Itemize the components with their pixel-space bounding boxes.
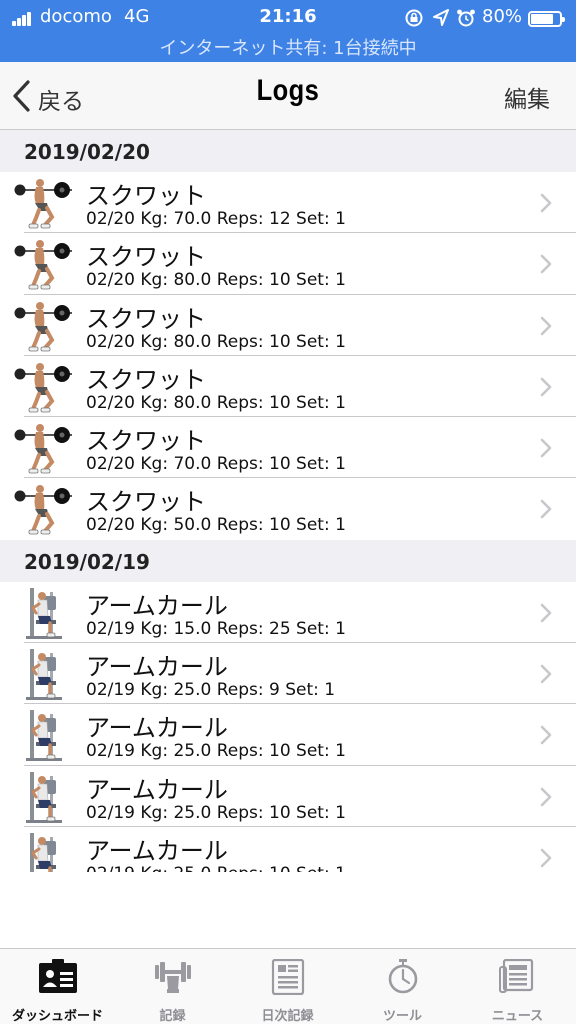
tab-label: 記録 — [159, 1009, 186, 1024]
squat-figure-icon — [14, 301, 72, 351]
log-row[interactable]: スクワット 02/20 Kg: 80.0 Reps: 10 Set: 1 — [0, 355, 576, 418]
exercise-name: スクワット — [86, 304, 206, 333]
log-row[interactable]: アームカール02/19 Kg: 25.0 Reps: 10 Set: 1 — [0, 826, 576, 872]
stopwatch-icon — [388, 959, 418, 994]
news-icon — [499, 959, 534, 993]
chevron-right-icon — [540, 787, 552, 806]
chevron-left-icon — [13, 80, 30, 112]
chevron-right-icon — [540, 500, 552, 519]
chevron-right-icon — [540, 316, 552, 335]
chevron-right-icon — [540, 254, 552, 274]
log-detail: 02/19 Kg: 25.0 Reps: 10 Set: 1 — [86, 741, 346, 762]
status-bar: docomo 4G 21:16 80% インターネット共有: 1台接続中 — [0, 0, 576, 62]
log-detail: 02/19 Kg: 25.0 Reps: 10 Set: 1 — [86, 864, 346, 872]
log-row[interactable]: アームカール02/19 Kg: 25.0 Reps: 10 Set: 1 — [0, 765, 576, 828]
log-detail: 02/20 Kg: 80.0 Reps: 10 Set: 1 — [86, 270, 346, 291]
squat-figure-icon — [14, 179, 72, 229]
exercise-name: スクワット — [86, 243, 206, 272]
log-detail: 02/20 Kg: 70.0 Reps: 10 Set: 1 — [86, 454, 346, 475]
log-detail: 02/20 Kg: 80.0 Reps: 10 Set: 1 — [86, 392, 346, 413]
log-row[interactable]: スクワット 02/20 Kg: 80.0 Reps: 10 Set: 1 — [0, 233, 576, 295]
tab-label: ツール — [382, 1009, 422, 1024]
squat-figure-icon — [14, 362, 72, 413]
arm-curl-machine-icon — [26, 587, 62, 639]
page-title: Logs — [256, 74, 320, 107]
chevron-right-icon — [540, 848, 552, 868]
dumbbell-icon — [155, 962, 191, 993]
exercise-name: アームカール — [86, 591, 228, 620]
log-row[interactable]: スクワット 02/20 Kg: 70.0 Reps: 10 Set: 1 — [0, 417, 576, 479]
squat-figure-icon — [14, 240, 72, 290]
tab-record[interactable]: 記録 — [115, 949, 230, 1024]
exercise-name: スクワット — [86, 365, 206, 394]
arm-curl-machine-icon — [30, 832, 56, 872]
navigation-bar: 戻る Logs 編集 — [0, 62, 576, 130]
exercise-name: スクワット — [86, 488, 206, 517]
log-row[interactable]: スクワット 02/20 Kg: 80.0 Reps: 10 Set: 1 — [0, 294, 576, 357]
log-list[interactable]: 2019/02/20 スクワット 02/20 Kg: 70.0 Reps: 12 … — [0, 130, 576, 872]
log-detail: 02/20 Kg: 70.0 Reps: 12 Set: 1 — [86, 209, 346, 229]
section-header-date: 2019/02/20 — [0, 130, 576, 172]
exercise-name: スクワット — [86, 427, 206, 456]
dashboard-icon — [39, 959, 77, 993]
log-detail: 02/19 Kg: 15.0 Reps: 25 Set: 1 — [86, 618, 346, 639]
chevron-right-icon — [540, 377, 552, 397]
tab-label: 日次記録 — [261, 1009, 314, 1024]
log-detail: 02/20 Kg: 80.0 Reps: 10 Set: 1 — [86, 331, 346, 352]
log-detail: 02/19 Kg: 25.0 Reps: 9 Set: 1 — [86, 680, 336, 701]
edit-button[interactable]: 編集 — [504, 80, 550, 114]
status-icons — [404, 8, 478, 28]
log-row[interactable]: スクワット 02/20 Kg: 50.0 Reps: 10 Set: 1 — [0, 478, 576, 540]
chevron-right-icon — [540, 726, 552, 745]
arm-curl-machine-icon — [26, 710, 62, 762]
battery-icon — [528, 11, 565, 27]
log-row[interactable]: スクワット 02/20 Kg: 70.0 Reps: 12 Set: 1 — [0, 172, 576, 234]
rotation-lock-icon — [405, 9, 423, 27]
tab-tools[interactable]: ツール — [345, 949, 460, 1024]
tab-bar: ダッシュボード 記録 日次記録 ツール ニュース — [0, 948, 576, 1024]
exercise-name: アームカール — [86, 714, 228, 743]
tab-label: ニュース — [491, 1009, 544, 1024]
log-row[interactable]: アームカール 02/19 Kg: 25.0 Reps: 9 Set: 1 — [0, 643, 576, 705]
alarm-icon — [457, 9, 475, 27]
chevron-right-icon — [540, 664, 552, 684]
exercise-name: スクワット — [86, 182, 206, 210]
log-detail: 02/19 Kg: 25.0 Reps: 10 Set: 1 — [86, 802, 346, 823]
squat-figure-icon — [14, 485, 72, 535]
squat-figure-icon — [14, 424, 72, 474]
section-header-date: 2019/02/19 — [0, 539, 576, 582]
tab-daily-log[interactable]: 日次記録 — [230, 949, 345, 1024]
log-row[interactable]: アームカール 02/19 Kg: 15.0 Reps: 25 Set: 1 — [0, 581, 576, 644]
chevron-right-icon — [540, 193, 552, 213]
chevron-right-icon — [540, 603, 552, 623]
tab-dashboard[interactable]: ダッシュボード — [0, 949, 115, 1024]
exercise-name: アームカール — [86, 775, 228, 804]
exercise-name: アームカール — [86, 653, 228, 682]
hotspot-banner[interactable]: インターネット共有: 1台接続中 — [0, 34, 576, 60]
daily-log-icon — [271, 959, 305, 995]
list-empty-area — [0, 872, 576, 948]
exercise-name: アームカール — [86, 836, 228, 865]
location-icon — [433, 9, 449, 26]
tab-news[interactable]: ニュース — [460, 949, 575, 1024]
chevron-right-icon — [540, 438, 552, 458]
battery-percent: 80% — [482, 6, 523, 27]
log-row[interactable]: アームカール02/19 Kg: 25.0 Reps: 10 Set: 1 — [0, 704, 576, 766]
arm-curl-machine-icon — [26, 771, 62, 823]
status-row: docomo 4G 21:16 80% — [0, 4, 576, 30]
log-detail: 02/20 Kg: 50.0 Reps: 10 Set: 1 — [86, 515, 346, 536]
arm-curl-machine-icon — [26, 649, 62, 701]
tab-label: ダッシュボード — [11, 1009, 103, 1024]
